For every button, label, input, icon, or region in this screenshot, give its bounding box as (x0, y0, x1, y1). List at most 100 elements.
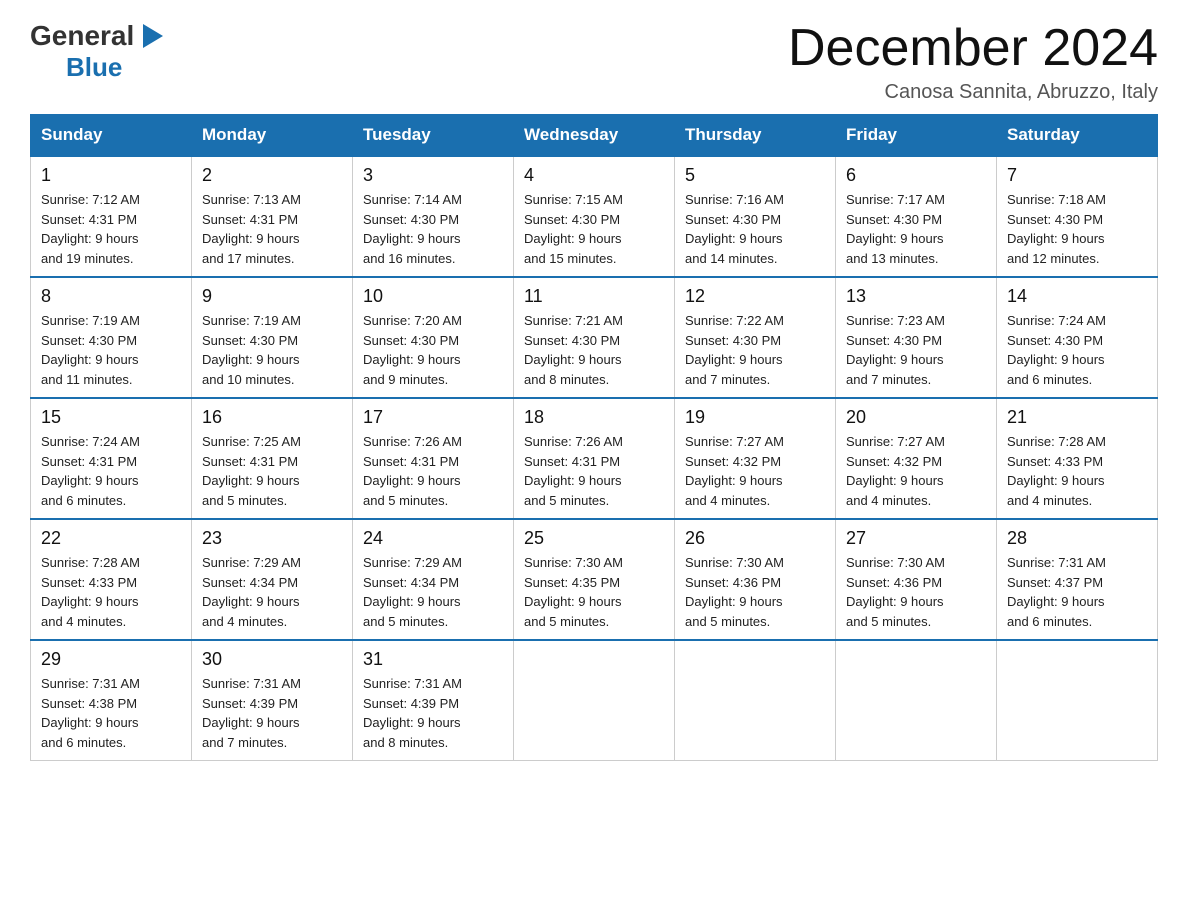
day-info: Sunrise: 7:15 AM Sunset: 4:30 PM Dayligh… (524, 190, 664, 268)
title-section: December 2024 Canosa Sannita, Abruzzo, I… (788, 20, 1158, 104)
table-cell: 6 Sunrise: 7:17 AM Sunset: 4:30 PM Dayli… (836, 156, 997, 277)
day-info: Sunrise: 7:16 AM Sunset: 4:30 PM Dayligh… (685, 190, 825, 268)
day-info: Sunrise: 7:31 AM Sunset: 4:39 PM Dayligh… (363, 674, 503, 752)
logo-blue-text: Blue (66, 52, 168, 83)
table-cell: 20 Sunrise: 7:27 AM Sunset: 4:32 PM Dayl… (836, 398, 997, 519)
header-tuesday: Tuesday (353, 115, 514, 157)
day-info: Sunrise: 7:25 AM Sunset: 4:31 PM Dayligh… (202, 432, 342, 510)
day-info: Sunrise: 7:22 AM Sunset: 4:30 PM Dayligh… (685, 311, 825, 389)
day-number: 20 (846, 407, 986, 428)
day-number: 25 (524, 528, 664, 549)
day-info: Sunrise: 7:30 AM Sunset: 4:35 PM Dayligh… (524, 553, 664, 631)
day-info: Sunrise: 7:30 AM Sunset: 4:36 PM Dayligh… (685, 553, 825, 631)
table-cell (836, 640, 997, 761)
day-number: 29 (41, 649, 181, 670)
table-cell: 31 Sunrise: 7:31 AM Sunset: 4:39 PM Dayl… (353, 640, 514, 761)
day-info: Sunrise: 7:29 AM Sunset: 4:34 PM Dayligh… (202, 553, 342, 631)
header-sunday: Sunday (31, 115, 192, 157)
day-info: Sunrise: 7:13 AM Sunset: 4:31 PM Dayligh… (202, 190, 342, 268)
day-number: 16 (202, 407, 342, 428)
table-cell: 22 Sunrise: 7:28 AM Sunset: 4:33 PM Dayl… (31, 519, 192, 640)
day-number: 14 (1007, 286, 1147, 307)
header-friday: Friday (836, 115, 997, 157)
day-info: Sunrise: 7:23 AM Sunset: 4:30 PM Dayligh… (846, 311, 986, 389)
day-number: 6 (846, 165, 986, 186)
day-info: Sunrise: 7:27 AM Sunset: 4:32 PM Dayligh… (685, 432, 825, 510)
table-cell: 14 Sunrise: 7:24 AM Sunset: 4:30 PM Dayl… (997, 277, 1158, 398)
table-cell: 15 Sunrise: 7:24 AM Sunset: 4:31 PM Dayl… (31, 398, 192, 519)
day-number: 13 (846, 286, 986, 307)
week-row-1: 1 Sunrise: 7:12 AM Sunset: 4:31 PM Dayli… (31, 156, 1158, 277)
calendar-table: Sunday Monday Tuesday Wednesday Thursday… (30, 114, 1158, 761)
logo-flag-icon (135, 20, 167, 52)
day-number: 31 (363, 649, 503, 670)
day-info: Sunrise: 7:26 AM Sunset: 4:31 PM Dayligh… (363, 432, 503, 510)
day-number: 2 (202, 165, 342, 186)
day-number: 19 (685, 407, 825, 428)
table-cell: 17 Sunrise: 7:26 AM Sunset: 4:31 PM Dayl… (353, 398, 514, 519)
header-wednesday: Wednesday (514, 115, 675, 157)
table-cell: 5 Sunrise: 7:16 AM Sunset: 4:30 PM Dayli… (675, 156, 836, 277)
day-number: 9 (202, 286, 342, 307)
table-cell: 1 Sunrise: 7:12 AM Sunset: 4:31 PM Dayli… (31, 156, 192, 277)
day-info: Sunrise: 7:26 AM Sunset: 4:31 PM Dayligh… (524, 432, 664, 510)
day-number: 5 (685, 165, 825, 186)
table-cell: 11 Sunrise: 7:21 AM Sunset: 4:30 PM Dayl… (514, 277, 675, 398)
day-info: Sunrise: 7:24 AM Sunset: 4:30 PM Dayligh… (1007, 311, 1147, 389)
day-number: 26 (685, 528, 825, 549)
day-number: 30 (202, 649, 342, 670)
table-cell (675, 640, 836, 761)
page-header: General Blue December 2024 Canosa Sannit… (30, 20, 1158, 104)
month-title: December 2024 (788, 20, 1158, 77)
table-cell: 4 Sunrise: 7:15 AM Sunset: 4:30 PM Dayli… (514, 156, 675, 277)
table-cell: 28 Sunrise: 7:31 AM Sunset: 4:37 PM Dayl… (997, 519, 1158, 640)
table-cell: 21 Sunrise: 7:28 AM Sunset: 4:33 PM Dayl… (997, 398, 1158, 519)
header-monday: Monday (192, 115, 353, 157)
table-cell: 19 Sunrise: 7:27 AM Sunset: 4:32 PM Dayl… (675, 398, 836, 519)
table-cell: 13 Sunrise: 7:23 AM Sunset: 4:30 PM Dayl… (836, 277, 997, 398)
day-number: 18 (524, 407, 664, 428)
logo: General Blue (30, 20, 168, 83)
day-number: 3 (363, 165, 503, 186)
day-number: 11 (524, 286, 664, 307)
day-number: 12 (685, 286, 825, 307)
day-info: Sunrise: 7:31 AM Sunset: 4:37 PM Dayligh… (1007, 553, 1147, 631)
table-cell: 12 Sunrise: 7:22 AM Sunset: 4:30 PM Dayl… (675, 277, 836, 398)
day-number: 10 (363, 286, 503, 307)
table-cell: 27 Sunrise: 7:30 AM Sunset: 4:36 PM Dayl… (836, 519, 997, 640)
day-number: 28 (1007, 528, 1147, 549)
day-info: Sunrise: 7:27 AM Sunset: 4:32 PM Dayligh… (846, 432, 986, 510)
day-info: Sunrise: 7:28 AM Sunset: 4:33 PM Dayligh… (41, 553, 181, 631)
week-row-4: 22 Sunrise: 7:28 AM Sunset: 4:33 PM Dayl… (31, 519, 1158, 640)
day-info: Sunrise: 7:31 AM Sunset: 4:38 PM Dayligh… (41, 674, 181, 752)
logo-general-text: General (30, 20, 134, 52)
day-number: 15 (41, 407, 181, 428)
table-cell: 16 Sunrise: 7:25 AM Sunset: 4:31 PM Dayl… (192, 398, 353, 519)
location-title: Canosa Sannita, Abruzzo, Italy (788, 81, 1158, 104)
day-info: Sunrise: 7:14 AM Sunset: 4:30 PM Dayligh… (363, 190, 503, 268)
day-number: 1 (41, 165, 181, 186)
day-number: 23 (202, 528, 342, 549)
table-cell (997, 640, 1158, 761)
day-info: Sunrise: 7:20 AM Sunset: 4:30 PM Dayligh… (363, 311, 503, 389)
day-number: 17 (363, 407, 503, 428)
day-info: Sunrise: 7:21 AM Sunset: 4:30 PM Dayligh… (524, 311, 664, 389)
table-cell: 2 Sunrise: 7:13 AM Sunset: 4:31 PM Dayli… (192, 156, 353, 277)
table-cell: 18 Sunrise: 7:26 AM Sunset: 4:31 PM Dayl… (514, 398, 675, 519)
table-cell: 29 Sunrise: 7:31 AM Sunset: 4:38 PM Dayl… (31, 640, 192, 761)
table-cell (514, 640, 675, 761)
table-cell: 26 Sunrise: 7:30 AM Sunset: 4:36 PM Dayl… (675, 519, 836, 640)
table-cell: 10 Sunrise: 7:20 AM Sunset: 4:30 PM Dayl… (353, 277, 514, 398)
day-info: Sunrise: 7:31 AM Sunset: 4:39 PM Dayligh… (202, 674, 342, 752)
table-cell: 8 Sunrise: 7:19 AM Sunset: 4:30 PM Dayli… (31, 277, 192, 398)
header-thursday: Thursday (675, 115, 836, 157)
table-cell: 23 Sunrise: 7:29 AM Sunset: 4:34 PM Dayl… (192, 519, 353, 640)
table-cell: 24 Sunrise: 7:29 AM Sunset: 4:34 PM Dayl… (353, 519, 514, 640)
week-row-5: 29 Sunrise: 7:31 AM Sunset: 4:38 PM Dayl… (31, 640, 1158, 761)
week-row-2: 8 Sunrise: 7:19 AM Sunset: 4:30 PM Dayli… (31, 277, 1158, 398)
day-number: 24 (363, 528, 503, 549)
table-cell: 25 Sunrise: 7:30 AM Sunset: 4:35 PM Dayl… (514, 519, 675, 640)
day-number: 7 (1007, 165, 1147, 186)
weekday-header-row: Sunday Monday Tuesday Wednesday Thursday… (31, 115, 1158, 157)
day-info: Sunrise: 7:12 AM Sunset: 4:31 PM Dayligh… (41, 190, 181, 268)
